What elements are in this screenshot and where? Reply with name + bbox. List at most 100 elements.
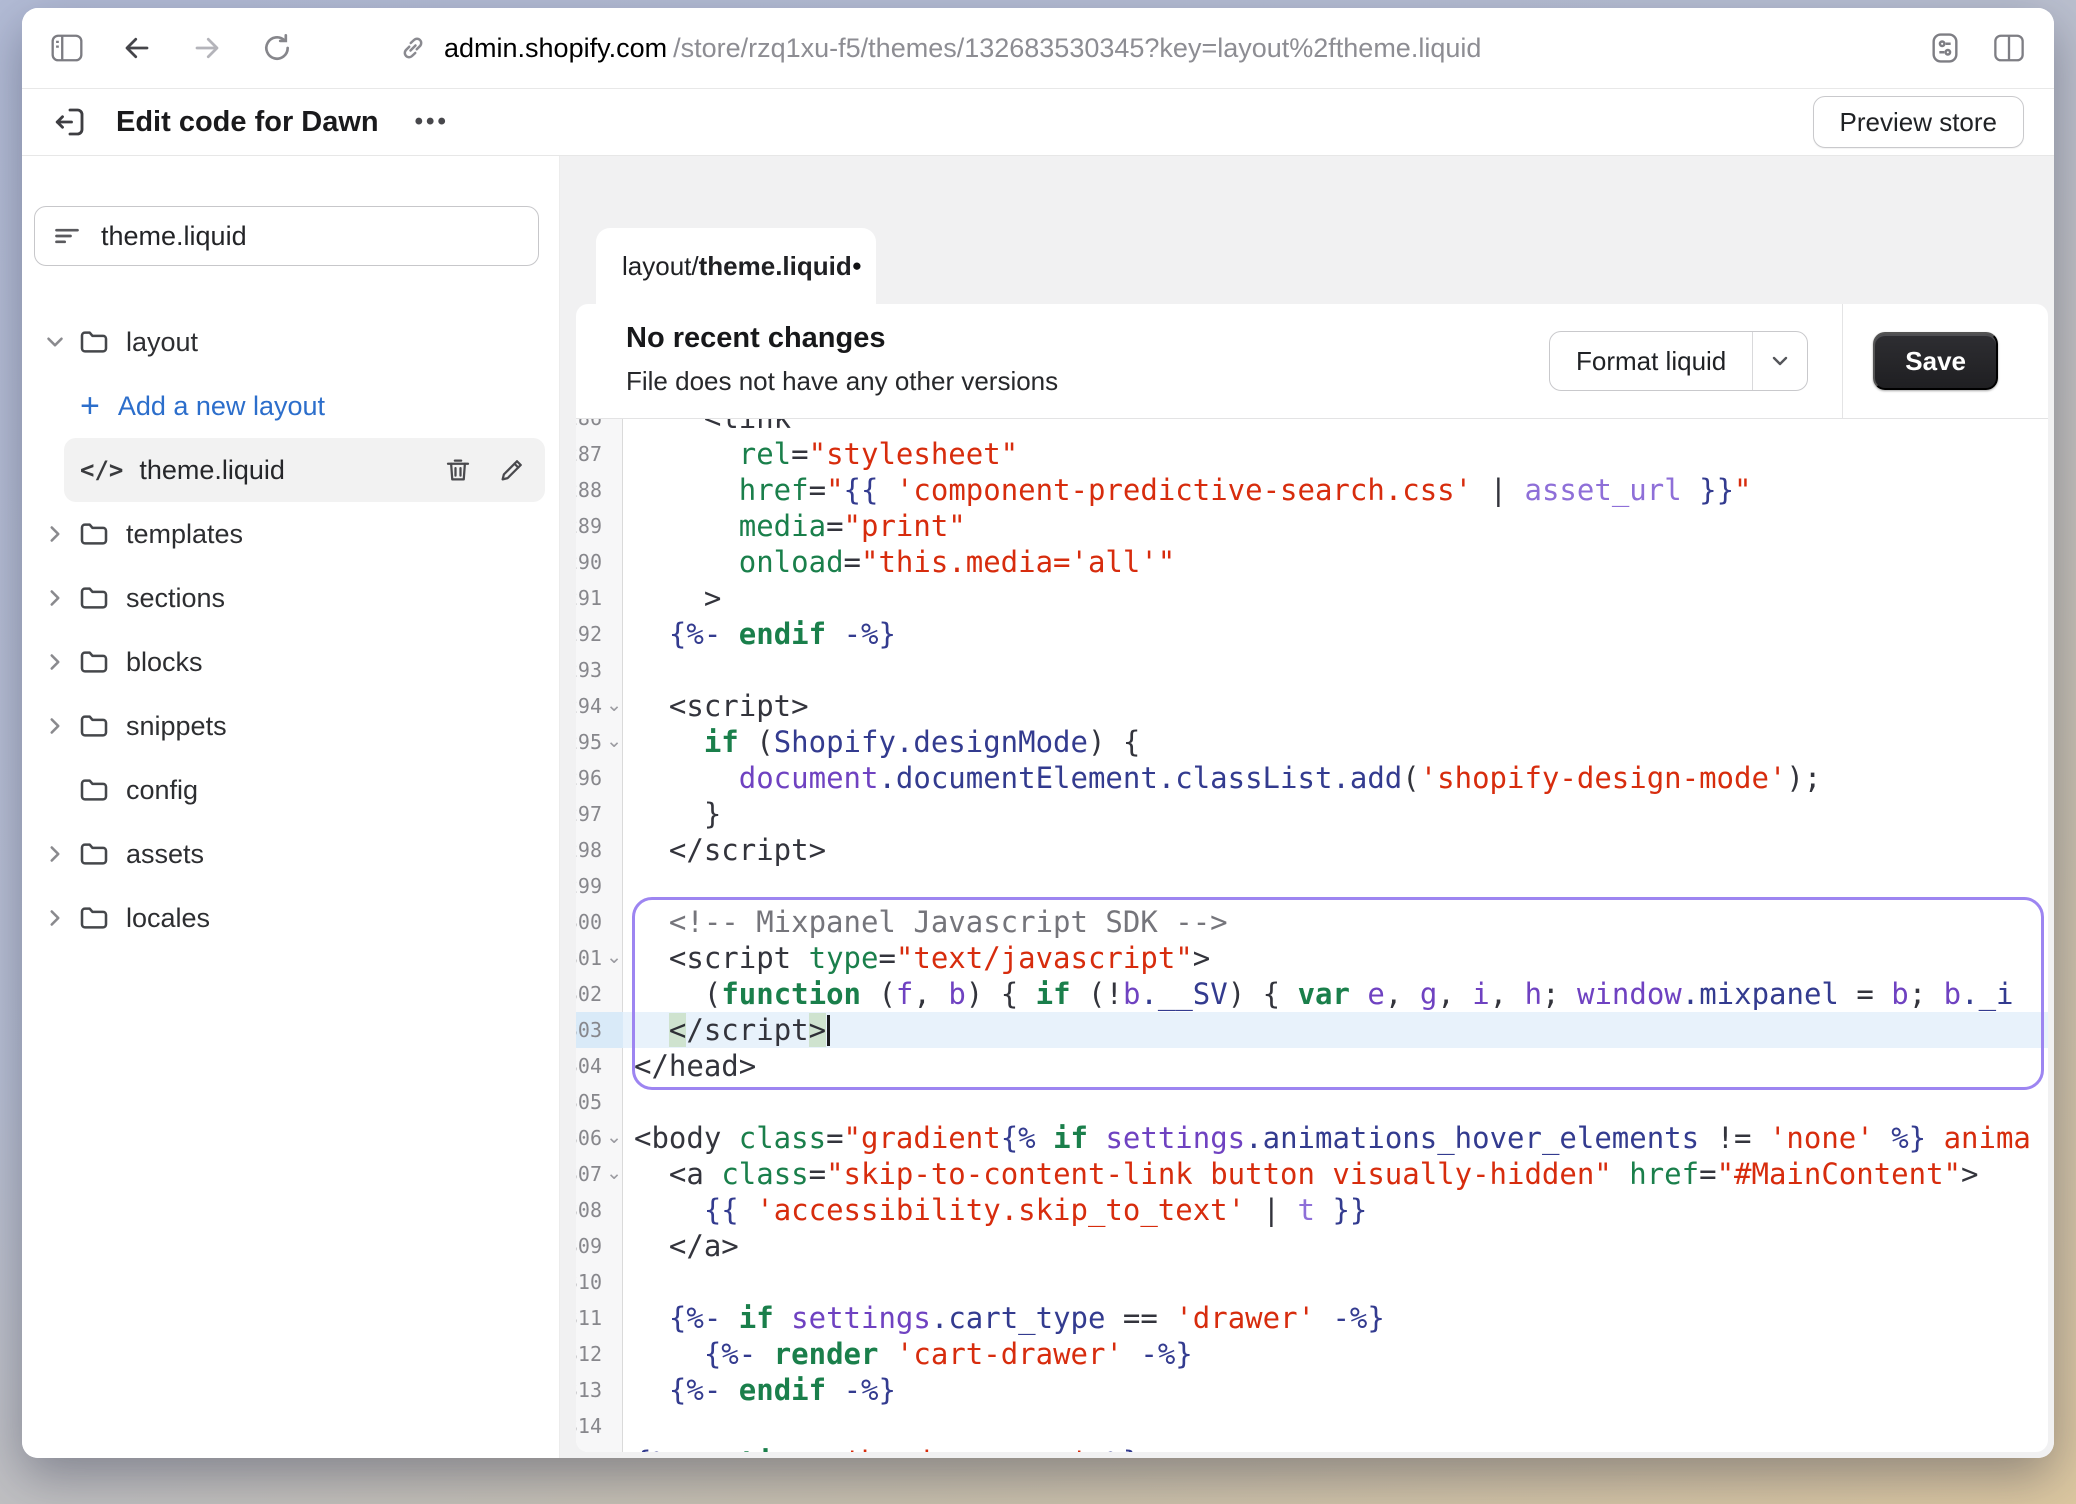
sidebar-item-locales[interactable]: locales [22,886,559,950]
sidebar-item-label: layout [126,327,198,358]
code-line-301[interactable]: 301⌄ <script type="text/javascript"> [576,940,2048,976]
preview-store-button[interactable]: Preview store [1813,96,2025,148]
code-line-287[interactable]: 287 rel="stylesheet" [576,436,2048,472]
sidebar-item-theme-liquid[interactable]: </>theme.liquid [64,438,545,502]
rename-file-button[interactable] [497,455,527,485]
line-number: 300 [576,904,623,940]
page-title: Edit code for Dawn [116,106,379,139]
sidebar-item-label: config [126,775,198,806]
link-icon [398,33,428,63]
sidebar-item-label: sections [126,583,225,614]
code-line-302[interactable]: 302 (function (f, b) { if (!b.__SV) { va… [576,976,2048,1012]
code-line-291[interactable]: 291 > [576,580,2048,616]
code-line-311[interactable]: 311 {%- if settings.cart_type == 'drawer… [576,1300,2048,1336]
folder-icon [78,838,110,870]
edit-pencil-icon[interactable] [497,455,527,485]
code-line-308[interactable]: 308 {{ 'accessibility.skip_to_text' | t … [576,1192,2048,1228]
chevron-right-icon[interactable] [42,649,68,675]
sidebar-item-templates[interactable]: templates [22,502,559,566]
fold-toggle-icon[interactable]: ⌄ [606,1126,622,1148]
sidebar-toggle-icon[interactable] [50,33,84,63]
chevron-right-icon[interactable] [42,841,68,867]
forward-button[interactable] [190,33,224,63]
fold-toggle-icon[interactable]: ⌄ [606,694,622,716]
chevron-right-icon[interactable] [42,521,68,547]
format-liquid-button[interactable]: Format liquid [1549,331,1808,391]
code-line-307[interactable]: 307⌄ <a class="skip-to-content-link butt… [576,1156,2048,1192]
file-search-input[interactable] [99,220,520,253]
code-line-314[interactable]: 314 [576,1408,2048,1444]
split-view-icon[interactable] [1992,33,2026,63]
sidebar-item-blocks[interactable]: blocks [22,630,559,694]
line-number: 315 [576,1444,623,1452]
folder-icon [78,902,110,934]
folder-icon [78,582,110,614]
reload-icon[interactable] [260,32,294,64]
extensions-icon[interactable] [1928,31,1962,65]
code-line-305[interactable]: 305 [576,1084,2048,1120]
trash-icon[interactable] [443,455,473,485]
tab-file-name: theme.liquid [699,251,852,282]
code-line-292[interactable]: 292 {%- endif -%} [576,616,2048,652]
chevron-down-icon[interactable] [42,329,68,355]
line-number: 307⌄ [576,1156,623,1192]
more-menu-icon[interactable]: ••• [415,108,449,136]
chevron-right-icon[interactable] [42,905,68,931]
chevron-down-icon[interactable] [1752,332,1807,390]
sidebar-item-sections[interactable]: sections [22,566,559,630]
fold-toggle-icon[interactable]: ⌄ [606,730,622,752]
code-line-300[interactable]: 300 <!-- Mixpanel Javascript SDK --> [576,904,2048,940]
screen: admin.shopify.com/store/rzq1xu-f5/themes… [0,0,2076,1504]
code-editor[interactable]: 286 <link287 rel="stylesheet"288 href="{… [576,419,2048,1452]
format-liquid-label: Format liquid [1550,332,1752,390]
code-line-286[interactable]: 286 <link [576,419,2048,436]
code-line-293[interactable]: 293 [576,652,2048,688]
sidebar-item-snippets[interactable]: snippets [22,694,559,758]
line-number: 288 [576,472,623,508]
add-layout-label: Add a new layout [118,391,325,422]
sidebar-item-layout[interactable]: layout [22,310,559,374]
line-number: 291 [576,580,623,616]
code-line-297[interactable]: 297 } [576,796,2048,832]
line-number: 302 [576,976,623,1012]
fold-toggle-icon[interactable]: ⌄ [606,1162,622,1184]
delete-file-button[interactable] [443,455,473,485]
back-button[interactable] [120,33,154,63]
file-search-box[interactable] [34,206,539,266]
code-line-290[interactable]: 290 onload="this.media='all'" [576,544,2048,580]
code-line-304[interactable]: 304</head> [576,1048,2048,1084]
code-line-298[interactable]: 298 </script> [576,832,2048,868]
browser-window: admin.shopify.com/store/rzq1xu-f5/themes… [22,8,2054,1458]
add-new-layout-button[interactable]: +Add a new layout [22,374,559,438]
line-number: 301⌄ [576,940,623,976]
code-line-294[interactable]: 294⌄ <script> [576,688,2048,724]
sidebar-item-assets[interactable]: assets [22,822,559,886]
code-line-315[interactable]: 315{% sections 'header-group' %} [576,1444,2048,1452]
code-line-303[interactable]: 303 </script> [576,1012,2048,1048]
line-number: 303 [576,1012,623,1048]
line-number: 295⌄ [576,724,623,760]
code-line-288[interactable]: 288 href="{{ 'component-predictive-searc… [576,472,2048,508]
save-button[interactable]: Save [1873,332,1998,390]
sidebar-item-label: locales [126,903,210,934]
address-bar[interactable]: admin.shopify.com/store/rzq1xu-f5/themes… [398,33,1481,64]
sidebar-item-config[interactable]: config [22,758,559,822]
code-line-313[interactable]: 313 {%- endif -%} [576,1372,2048,1408]
tab-row: layout/theme.liquid ● [560,156,2054,304]
code-line-306[interactable]: 306⌄<body class="gradient{% if settings.… [576,1120,2048,1156]
code-line-299[interactable]: 299 [576,868,2048,904]
chevron-right-icon[interactable] [42,713,68,739]
line-number: 294⌄ [576,688,623,724]
tab-theme-liquid[interactable]: layout/theme.liquid ● [596,228,876,304]
code-line-310[interactable]: 310 [576,1264,2048,1300]
fold-toggle-icon[interactable]: ⌄ [606,946,622,968]
code-line-309[interactable]: 309 </a> [576,1228,2048,1264]
text-cursor [827,1015,830,1046]
chevron-right-icon[interactable] [42,585,68,611]
code-line-289[interactable]: 289 media="print" [576,508,2048,544]
code-line-296[interactable]: 296 document.documentElement.classList.a… [576,760,2048,796]
code-line-295[interactable]: 295⌄ if (Shopify.designMode) { [576,724,2048,760]
code-line-312[interactable]: 312 {%- render 'cart-drawer' -%} [576,1336,2048,1372]
exit-icon[interactable] [52,104,88,140]
line-number: 299 [576,868,623,904]
